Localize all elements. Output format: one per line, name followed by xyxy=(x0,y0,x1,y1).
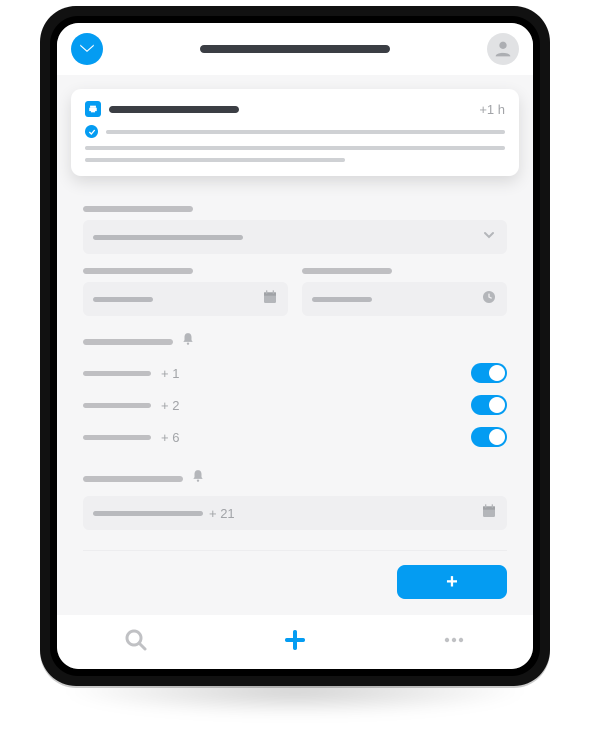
plus-icon: + xyxy=(446,571,458,594)
clock-icon xyxy=(481,289,497,310)
card-body-line xyxy=(106,130,505,134)
calendar-icon xyxy=(262,289,278,310)
date-label xyxy=(83,268,193,274)
more-icon xyxy=(442,628,466,652)
bell-icon xyxy=(181,332,195,351)
schedule-header xyxy=(83,469,507,488)
reminder-option: + 2 xyxy=(83,395,507,415)
reminder-option-label xyxy=(83,371,151,376)
schedule-suffix: + 21 xyxy=(209,506,235,521)
user-avatar[interactable] xyxy=(487,33,519,65)
dropdown-value xyxy=(93,235,243,240)
tablet-frame: +1 h xyxy=(40,6,550,686)
tablet-bezel: +1 h xyxy=(50,16,540,676)
bell-icon xyxy=(191,469,205,488)
plus-icon xyxy=(283,628,307,652)
user-avatar-icon xyxy=(492,38,514,60)
form-area: + 1 + 2 + 6 + 21 xyxy=(57,184,533,615)
reminder-option-suffix: + 6 xyxy=(161,430,179,445)
nav-more[interactable] xyxy=(442,628,466,657)
time-label xyxy=(302,268,392,274)
reminder-option-suffix: + 1 xyxy=(161,366,179,381)
section-label xyxy=(83,206,193,212)
nav-add[interactable] xyxy=(283,628,307,657)
schedule-value xyxy=(93,511,203,516)
checkmark-icon xyxy=(88,128,96,136)
reminder-option-label xyxy=(83,403,151,408)
reminder-toggle[interactable] xyxy=(471,427,507,447)
card-time-offset: +1 h xyxy=(479,102,505,117)
reminder-option-suffix: + 2 xyxy=(161,398,179,413)
reminder-toggle[interactable] xyxy=(471,395,507,415)
card-type-icon xyxy=(85,101,101,117)
topbar xyxy=(57,23,533,75)
nav-search[interactable] xyxy=(124,628,148,657)
envelope-down-icon xyxy=(78,40,96,58)
card-body-line xyxy=(85,158,345,162)
card-check xyxy=(85,125,98,138)
schedule-field[interactable]: + 21 xyxy=(83,496,507,530)
calendar-icon xyxy=(481,503,497,524)
bottom-nav xyxy=(57,615,533,669)
save-button[interactable]: + xyxy=(397,565,507,599)
card-body-line xyxy=(85,146,505,150)
page-title xyxy=(200,45,390,53)
printer-icon xyxy=(88,104,98,114)
time-value xyxy=(312,297,372,302)
date-field[interactable] xyxy=(83,282,288,316)
dropdown-field[interactable] xyxy=(83,220,507,254)
time-field[interactable] xyxy=(302,282,507,316)
reminders-header xyxy=(83,332,507,351)
app-logo[interactable] xyxy=(71,33,103,65)
chevron-down-icon xyxy=(481,227,497,248)
reminder-option-label xyxy=(83,435,151,440)
schedule-label xyxy=(83,476,183,482)
reminder-toggle[interactable] xyxy=(471,363,507,383)
search-icon xyxy=(124,628,148,652)
reminders-label xyxy=(83,339,173,345)
summary-card[interactable]: +1 h xyxy=(71,89,519,176)
reminder-option: + 1 xyxy=(83,363,507,383)
app-screen: +1 h xyxy=(57,23,533,669)
reminder-option: + 6 xyxy=(83,427,507,447)
card-title xyxy=(109,106,239,113)
date-value xyxy=(93,297,153,302)
